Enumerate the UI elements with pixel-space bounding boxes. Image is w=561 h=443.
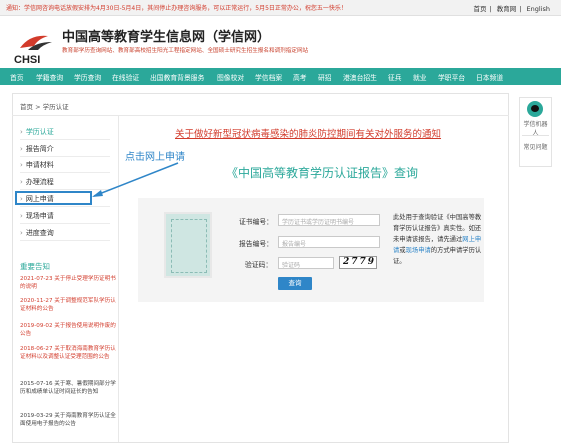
chevron-right-icon: › (20, 145, 23, 153)
sidebar-item-process[interactable]: › 办理流程 (20, 177, 54, 187)
sidebar-divider (20, 223, 110, 224)
report-number-input[interactable]: 报告编号 (278, 236, 380, 248)
nav-abroad[interactable]: 出国教育背景服务 (150, 72, 204, 82)
logo-text: CHSI (14, 54, 41, 66)
top-links: 首页 | 教育网 | English (473, 5, 550, 13)
covid-notice-link[interactable]: 关于做好新型冠状病毒感染的肺炎防控期间有关对外服务的通知 (175, 126, 441, 140)
annotation-click-online-apply: 点击网上申请 (125, 152, 185, 163)
site-title: 中国高等教育学生信息网（学信网） (62, 30, 271, 45)
news-item[interactable]: 2019-09-02 关于报告使用说明作废的公告 (20, 322, 116, 338)
report-number-label: 报告编号： (239, 240, 273, 248)
cert-number-label: 证书编号： (239, 218, 273, 226)
sidebar-divider (20, 139, 110, 140)
sidebar-item-progress[interactable]: › 进度查询 (20, 228, 54, 238)
nav-xueji[interactable]: 学籍查询 (36, 72, 63, 82)
sidebar-item-materials[interactable]: › 申请材料 (20, 160, 54, 170)
nav-xuezhi[interactable]: 学职平台 (438, 72, 465, 82)
top-notice-bar: 通知：学信网咨询电话放假安排为4月30日-5月4日，其间停止办理咨询服务，可以正… (0, 0, 561, 16)
sidebar-divider (20, 156, 110, 157)
chevron-right-icon: › (20, 178, 23, 186)
cert-number-input[interactable]: 学历证书或学历证明书编号 (278, 214, 380, 226)
nav-gaokao[interactable]: 高考 (293, 72, 307, 82)
sidebar-item-intro[interactable]: › 报告简介 (20, 144, 54, 154)
onsite-apply-link[interactable]: 现场申请 (406, 247, 431, 254)
sidebar-item-onsite-apply[interactable]: › 现场申请 (20, 211, 54, 221)
top-link-english[interactable]: English (527, 5, 550, 13)
chevron-right-icon: › (20, 229, 23, 237)
news-item[interactable]: 2015-07-16 关于寒、暑假期间部分学历和成绩单认证时间延长的告知 (20, 380, 116, 396)
sidebar-divider (20, 172, 110, 173)
nav-jiuye[interactable]: 就业 (413, 72, 427, 82)
nav-verify[interactable]: 在线验证 (112, 72, 139, 82)
sidebar-divider (20, 240, 110, 241)
top-link-edu[interactable]: 教育网 (497, 5, 517, 13)
nav-japan[interactable]: 日本频道 (476, 72, 503, 82)
faq-link[interactable]: 常见问题 (522, 142, 549, 151)
captcha-image[interactable]: 2779 (339, 256, 377, 269)
chevron-right-icon: › (20, 128, 23, 136)
news-item[interactable]: 2020-11-27 关于调整规范军队学历认证材料的公告 (20, 297, 116, 313)
online-apply-highlight (15, 191, 92, 205)
query-help-text: 此处用于查询验证《中国高等教育学历认证报告》真实性。如还未申请该报告，请先通过网… (393, 214, 482, 265)
news-item[interactable]: 2018-06-27 关于取消海南教育学历认证材料以及调整认证受理范围的公告 (20, 345, 116, 361)
query-button[interactable]: 查询 (278, 277, 312, 290)
chevron-right-icon: › (20, 161, 23, 169)
captcha-label: 验证码： (245, 261, 273, 269)
breadcrumb-divider (12, 115, 509, 116)
breadcrumb: 首页 > 学历认证 (20, 103, 69, 111)
sidebar-item-renzheng[interactable]: › 学历认证 (20, 127, 54, 137)
sidebar-divider (20, 206, 110, 207)
nav-gat[interactable]: 港澳台招生 (343, 72, 377, 82)
nav-archive[interactable]: 学信档案 (255, 72, 282, 82)
main-nav: 首页 学籍查询 学历查询 在线验证 出国教育背景服务 图像校对 学信档案 高考 … (0, 68, 561, 85)
query-title: 《中国高等教育学历认证报告》查询 (226, 166, 419, 180)
holiday-notice: 通知：学信网咨询电话放假安排为4月30日-5月4日，其间停止办理咨询服务，可以正… (6, 5, 347, 12)
nav-zhengbing[interactable]: 征兵 (388, 72, 402, 82)
certificate-image (164, 212, 212, 278)
top-link-home[interactable]: 首页 (473, 5, 486, 13)
nav-image[interactable]: 图像校对 (217, 72, 244, 82)
news-title: 重要告知 (20, 262, 50, 271)
chevron-right-icon: › (20, 212, 23, 220)
nav-xueli[interactable]: 学历查询 (74, 72, 101, 82)
site-header: CHSI 中国高等教育学生信息网（学信网） 教育部学历查询网站、教育部高校招生阳… (0, 16, 561, 68)
sidebar-divider (20, 189, 110, 190)
nav-yanzhao[interactable]: 研招 (318, 72, 332, 82)
nav-home[interactable]: 首页 (10, 72, 24, 82)
sidebar-divider-vertical (118, 116, 119, 442)
logo-bird-icon (20, 35, 52, 50)
robot-icon[interactable] (527, 101, 543, 117)
news-item[interactable]: 2021-07-23 关于停止受理学历证明书的说明 (20, 275, 116, 291)
rail-divider (522, 135, 549, 136)
captcha-input[interactable]: 验证码 (278, 257, 334, 269)
news-item[interactable]: 2019-03-29 关于海南教育学历认证全面使用电子报告的公告 (20, 412, 116, 428)
chsi-logo[interactable]: CHSI (14, 35, 52, 66)
site-subtitle: 教育部学历查询网站、教育部高校招生阳光工程指定网站、全国硕士研究生招生报名和调剂… (62, 48, 309, 54)
